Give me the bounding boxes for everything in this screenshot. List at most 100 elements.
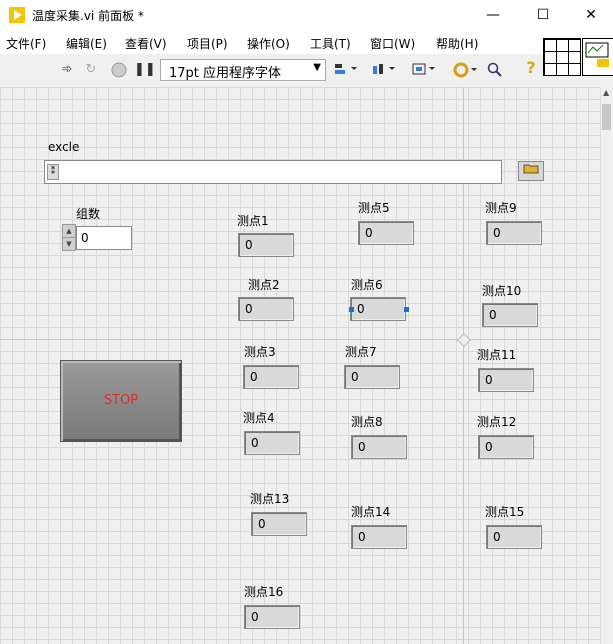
reorder-icon[interactable] bbox=[452, 62, 478, 78]
point-9-indicator: 0 bbox=[486, 221, 542, 245]
distribute-glyph-icon bbox=[373, 64, 395, 74]
point-16-indicator: 0 bbox=[244, 605, 300, 629]
path-label: excle bbox=[48, 140, 80, 154]
menu-help[interactable]: 帮助(H) bbox=[436, 35, 478, 52]
vertical-scrollbar[interactable] bbox=[600, 87, 613, 644]
minimize-button[interactable]: — bbox=[473, 4, 513, 26]
point-5-label: 测点5 bbox=[358, 201, 390, 215]
menu-window[interactable]: 窗口(W) bbox=[370, 35, 415, 52]
point-3-label: 测点3 bbox=[244, 345, 276, 359]
menu-operate[interactable]: 操作(O) bbox=[247, 35, 290, 52]
reorder-glyph-icon bbox=[453, 62, 477, 78]
point-2-label: 测点2 bbox=[248, 278, 280, 292]
pause-icon[interactable]: ❚❚ bbox=[134, 62, 156, 78]
menu-tools[interactable]: 工具(T) bbox=[310, 35, 351, 52]
point-8-value: 0 bbox=[358, 440, 366, 454]
point-1-label: 测点1 bbox=[237, 214, 269, 228]
window-title: 温度采集.vi 前面板 * bbox=[32, 9, 144, 23]
vi-icon-graphic bbox=[585, 42, 609, 67]
resize-objects-icon[interactable] bbox=[410, 62, 436, 78]
magnifier-icon bbox=[487, 62, 502, 77]
point-6-label: 测点6 bbox=[351, 278, 383, 292]
stop-button[interactable]: STOP bbox=[60, 360, 182, 442]
point-10-indicator: 0 bbox=[482, 303, 538, 327]
scrollbar-thumb[interactable] bbox=[602, 104, 611, 130]
align-glyph-icon bbox=[335, 64, 357, 74]
vi-icon[interactable] bbox=[582, 38, 613, 76]
menu-file[interactable]: 文件(F) bbox=[6, 35, 46, 52]
point-4-indicator: 0 bbox=[244, 431, 300, 455]
menu-edit[interactable]: 编辑(E) bbox=[66, 35, 107, 52]
point-15-indicator: 0 bbox=[486, 525, 542, 549]
search-icon[interactable] bbox=[486, 62, 504, 78]
folder-icon bbox=[523, 164, 539, 174]
labview-vi-icon bbox=[9, 7, 25, 23]
point-13-label: 测点13 bbox=[250, 492, 290, 506]
point-1-indicator: 0 bbox=[238, 233, 294, 257]
menu-project[interactable]: 项目(P) bbox=[187, 35, 228, 52]
point-4-value: 0 bbox=[251, 436, 259, 450]
context-help-icon[interactable]: ? bbox=[522, 60, 540, 76]
point-9-label: 测点9 bbox=[485, 201, 517, 215]
maximize-button[interactable]: ☐ bbox=[523, 4, 563, 26]
group-count-value: 0 bbox=[81, 231, 89, 245]
point-7-label: 测点7 bbox=[345, 345, 377, 359]
selection-handle-left[interactable] bbox=[349, 307, 354, 312]
point-10-value: 0 bbox=[489, 308, 497, 322]
point-8-label: 测点8 bbox=[351, 415, 383, 429]
panel-grid-divider-h bbox=[0, 339, 600, 340]
decrement-icon[interactable]: ▼ bbox=[62, 237, 76, 251]
point-14-label: 测点14 bbox=[351, 505, 391, 519]
point-16-value: 0 bbox=[251, 610, 259, 624]
stop-button-label: STOP bbox=[103, 393, 139, 408]
point-2-indicator: 0 bbox=[238, 297, 294, 321]
connector-pane-icon[interactable] bbox=[543, 38, 581, 76]
chevron-down-icon: ▼ bbox=[313, 62, 321, 73]
run-continuously-icon[interactable]: ↻ bbox=[82, 62, 100, 78]
menu-view[interactable]: 查看(V) bbox=[125, 35, 167, 52]
close-button[interactable]: ✕ bbox=[571, 4, 611, 26]
browse-folder-button[interactable] bbox=[518, 161, 544, 181]
point-2-value: 0 bbox=[245, 302, 253, 316]
point-10-label: 测点10 bbox=[482, 284, 522, 298]
path-type-icon: ⁑ bbox=[47, 164, 59, 180]
point-8-indicator: 0 bbox=[351, 435, 407, 459]
align-objects-icon[interactable] bbox=[332, 62, 358, 78]
point-6-value: 0 bbox=[357, 302, 365, 316]
point-15-value: 0 bbox=[493, 530, 501, 544]
point-15-label: 测点15 bbox=[485, 505, 525, 519]
point-14-indicator: 0 bbox=[351, 525, 407, 549]
font-select-value: 17pt 应用程序字体 bbox=[169, 66, 282, 81]
point-6-indicator[interactable]: 0 bbox=[350, 297, 406, 321]
point-13-value: 0 bbox=[258, 517, 266, 531]
abort-icon[interactable] bbox=[110, 62, 128, 78]
point-7-indicator: 0 bbox=[344, 365, 400, 389]
abort-circle-icon bbox=[111, 62, 127, 78]
point-11-indicator: 0 bbox=[478, 368, 534, 392]
font-select[interactable]: 17pt 应用程序字体 ▼ bbox=[160, 59, 326, 81]
point-12-value: 0 bbox=[485, 440, 493, 454]
point-11-value: 0 bbox=[485, 373, 493, 387]
selection-handle-right[interactable] bbox=[404, 307, 409, 312]
point-14-value: 0 bbox=[358, 530, 366, 544]
point-16-label: 测点16 bbox=[244, 585, 284, 599]
point-7-value: 0 bbox=[351, 370, 359, 384]
point-5-indicator: 0 bbox=[358, 221, 414, 245]
point-3-value: 0 bbox=[250, 370, 258, 384]
point-4-label: 测点4 bbox=[243, 411, 275, 425]
run-arrow-icon[interactable]: ➾ bbox=[58, 62, 76, 78]
group-count-input[interactable]: 0 bbox=[76, 226, 132, 250]
resize-glyph-icon bbox=[412, 63, 435, 75]
point-9-value: 0 bbox=[493, 226, 501, 240]
point-13-indicator: 0 bbox=[251, 512, 307, 536]
path-input[interactable] bbox=[44, 160, 502, 184]
increment-icon[interactable]: ▲ bbox=[62, 224, 76, 238]
distribute-objects-icon[interactable] bbox=[370, 62, 396, 78]
point-11-label: 测点11 bbox=[477, 348, 517, 362]
group-count-label: 组数 bbox=[76, 207, 101, 221]
point-12-label: 测点12 bbox=[477, 415, 517, 429]
point-5-value: 0 bbox=[365, 226, 373, 240]
scroll-up-icon[interactable]: ▲ bbox=[603, 88, 609, 97]
point-12-indicator: 0 bbox=[478, 435, 534, 459]
group-count-stepper[interactable]: ▲ ▼ bbox=[62, 224, 76, 251]
